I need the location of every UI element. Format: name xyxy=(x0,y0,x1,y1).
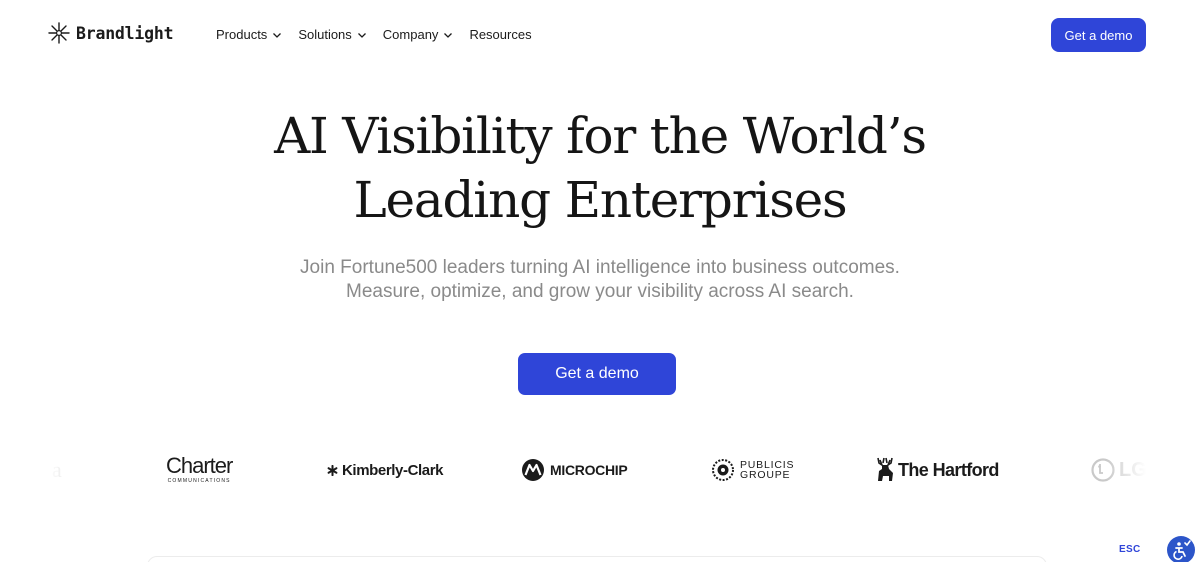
nav-item-label: Resources xyxy=(469,27,532,42)
logo-publicis-text: PUBLICIS GROUPE xyxy=(740,460,794,481)
hero-subtitle: Join Fortune500 leaders turning AI intel… xyxy=(0,256,1200,304)
accessibility-esc-label: ESC xyxy=(1119,544,1141,555)
logo-strip-fade-right xyxy=(1106,448,1146,492)
brand-name: Brandlight xyxy=(76,23,174,43)
logo-microchip: MICROCHIP xyxy=(521,448,628,492)
logo-charter: Charter COMMUNICATIONS xyxy=(166,448,233,492)
customer-logo-strip: a Charter COMMUNICATIONS Kimberly-Clark … xyxy=(48,448,1147,492)
logo-charter-name: Charter xyxy=(166,453,233,478)
nav-item-solutions[interactable]: Solutions xyxy=(298,27,367,42)
main-menu: Products Solutions Company Resources xyxy=(216,27,547,42)
logo-microchip-text: MICROCHIP xyxy=(550,462,628,478)
nav-item-label: Solutions xyxy=(298,27,352,42)
brand-logo[interactable]: Brandlight xyxy=(48,22,174,44)
hero-title: AI Visibility for the World’s Leading En… xyxy=(0,104,1200,232)
get-demo-button-nav[interactable]: Get a demo xyxy=(1051,18,1146,52)
hero-title-line-1: AI Visibility for the World’s xyxy=(274,107,927,165)
logo-strip-fade-left xyxy=(48,448,88,492)
nav-item-resources[interactable]: Resources xyxy=(469,27,531,42)
logo-publicis-line-2: GROUPE xyxy=(740,469,791,481)
logo-publicis-groupe: PUBLICIS GROUPE xyxy=(711,448,794,492)
hero-subtitle-line-1: Join Fortune500 leaders turning AI intel… xyxy=(300,257,900,278)
logo-kimberly-clark-text: Kimberly-Clark xyxy=(342,461,444,479)
hartford-stag-icon xyxy=(877,457,893,481)
chevron-down-icon xyxy=(357,32,366,38)
chevron-down-icon xyxy=(444,32,453,38)
logo-the-hartford-text: The Hartford xyxy=(898,459,999,480)
next-section-card xyxy=(147,556,1047,562)
top-navigation: Brandlight Products Solutions Company Re… xyxy=(0,0,1200,70)
accessibility-toggle-button[interactable] xyxy=(1167,536,1195,562)
logo-charter-tagline: COMMUNICATIONS xyxy=(167,478,231,484)
nav-item-company[interactable]: Company xyxy=(383,27,455,42)
accessibility-icon xyxy=(1173,540,1191,560)
logo-kimberly-clark: Kimberly-Clark xyxy=(327,448,444,492)
brandlight-star-icon xyxy=(48,22,70,44)
chevron-down-icon xyxy=(273,32,282,38)
microchip-mark-icon xyxy=(522,459,544,481)
nav-item-label: Company xyxy=(382,27,439,42)
nav-item-products[interactable]: Products xyxy=(216,27,283,42)
hero-subtitle-line-2: Measure, optimize, and grow your visibil… xyxy=(346,281,854,302)
kimberly-clark-mark-icon xyxy=(327,464,338,476)
hero-title-line-2: Leading Enterprises xyxy=(353,171,848,229)
nav-item-label: Products xyxy=(216,27,268,42)
publicis-lion-icon xyxy=(712,459,734,481)
logo-the-hartford: The Hartford xyxy=(874,448,999,492)
get-demo-button-hero[interactable]: Get a demo xyxy=(518,353,676,395)
